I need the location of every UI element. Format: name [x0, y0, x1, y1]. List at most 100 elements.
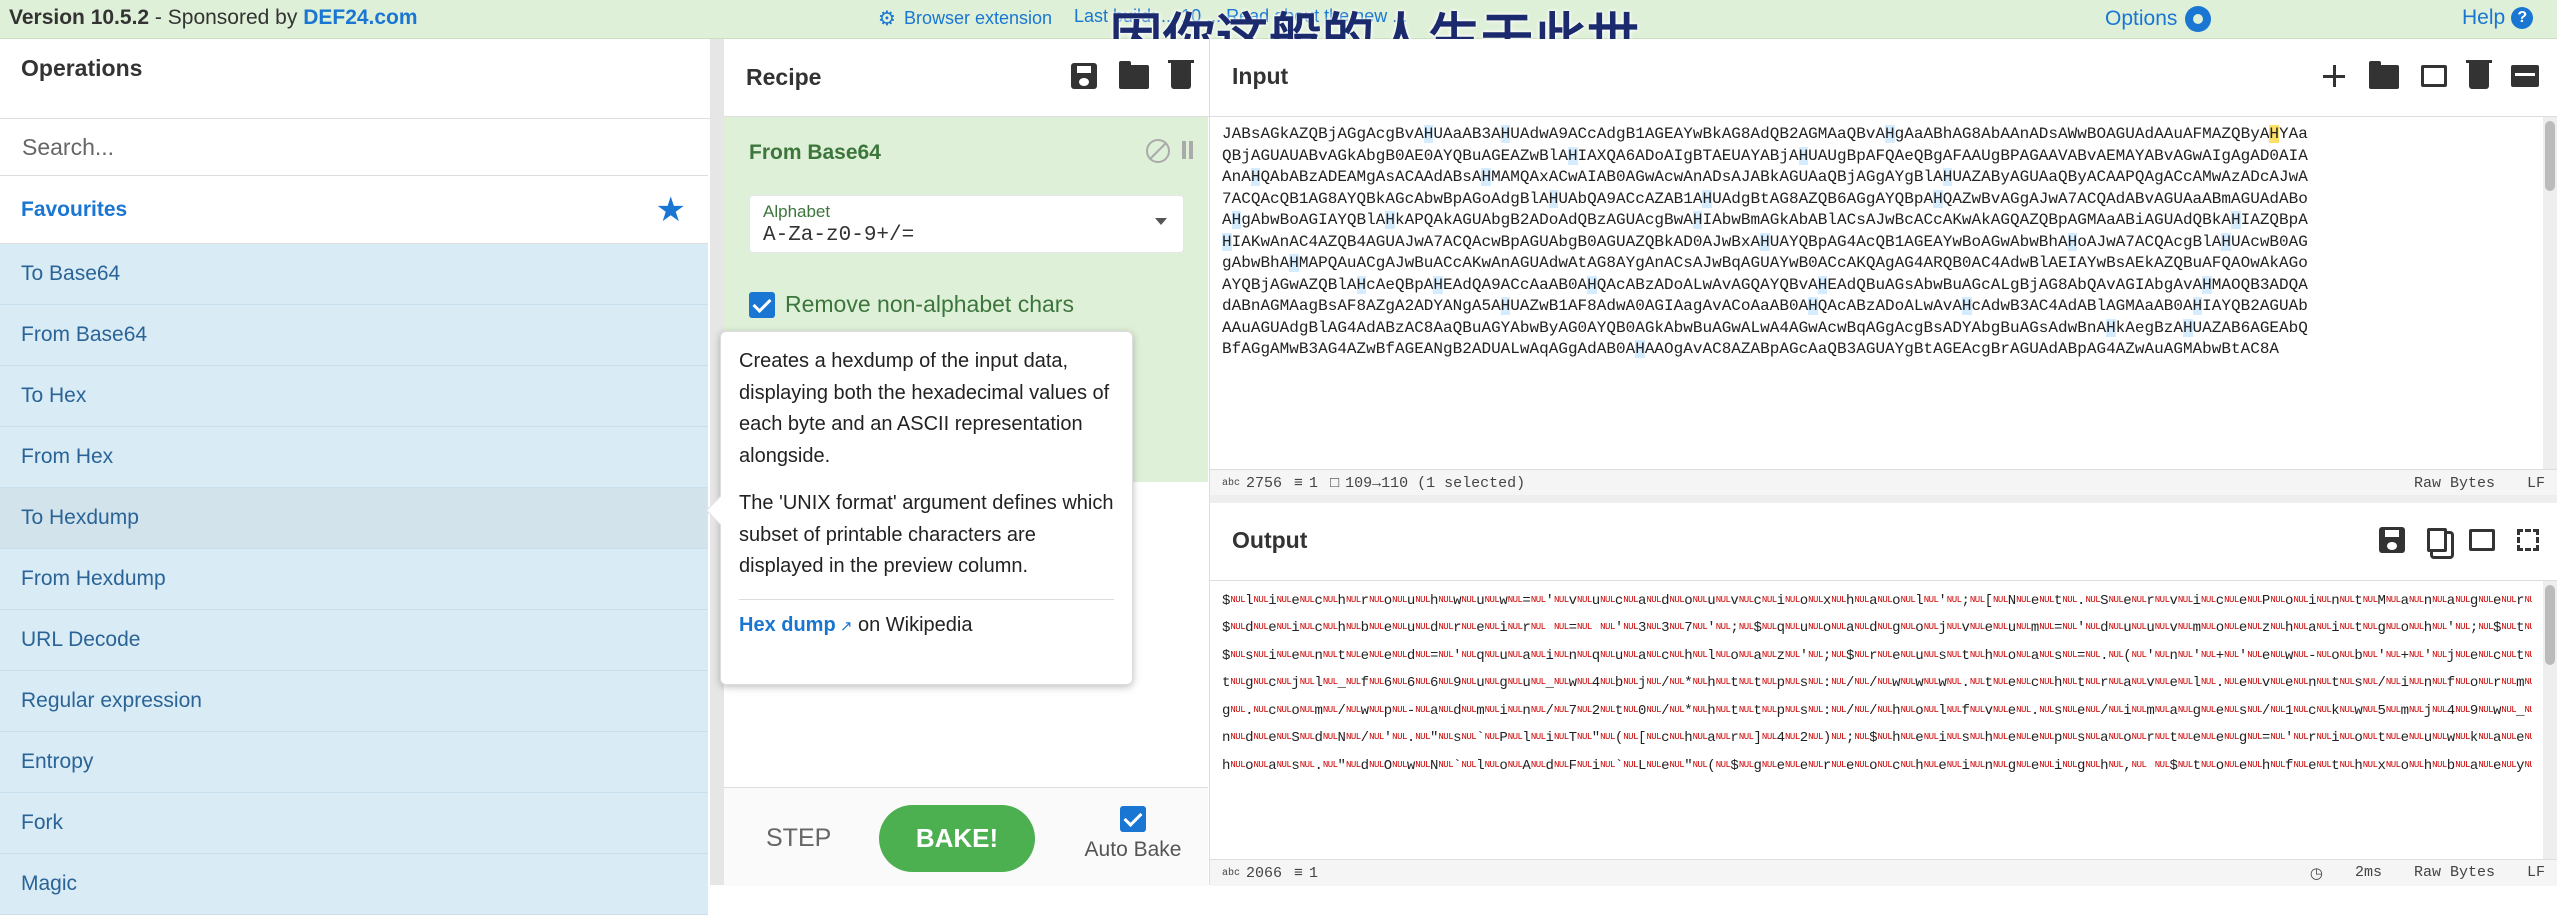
open-folder-icon[interactable]	[2369, 61, 2399, 89]
favourites-category[interactable]: Favourites ★	[0, 176, 708, 244]
top-banner: Version 10.5.2 - Sponsored by DEF24.com …	[0, 0, 2557, 69]
operations-panel: Operations Favourites ★ To Base64 From B…	[0, 39, 711, 915]
alphabet-label: Alphabet	[763, 202, 831, 221]
op-entropy[interactable]: Entropy	[0, 732, 708, 793]
copy-output-icon[interactable]	[2427, 528, 2447, 552]
auto-bake-checkbox[interactable]	[1120, 806, 1146, 832]
output-toolbar	[2379, 527, 2539, 553]
input-line-count: 1	[1309, 474, 1319, 492]
help-label: Help	[2462, 6, 2506, 29]
output-line: $NULlNULiNULeNULcNULhNULrNULoNULuNULhNUL…	[1222, 592, 2532, 609]
input-line: AnAHQAbABzADEAMgAsACAAdABsAHMAMQAxACwAIA…	[1222, 168, 2308, 186]
recipe-toolbar	[1071, 60, 1194, 89]
output-scrollbar[interactable]	[2543, 581, 2557, 859]
help-button[interactable]: Help ?	[2462, 6, 2534, 30]
output-status-bar: abc 2066 ≡ 1 ◷ 2ms Raw Bytes LF	[1210, 859, 2557, 886]
trash-icon[interactable]	[1168, 60, 1194, 89]
op-regular-expression[interactable]: Regular expression	[0, 671, 708, 732]
pause-icon[interactable]	[1180, 141, 1194, 159]
browser-extension-link[interactable]: ⚙ Browser extension	[878, 6, 1052, 31]
op-url-decode[interactable]: URL Decode	[0, 610, 708, 671]
save-icon[interactable]	[1071, 63, 1097, 89]
op-from-hex[interactable]: From Hex	[0, 427, 708, 488]
sponsor-link[interactable]: DEF24.com	[303, 6, 417, 29]
chevron-down-icon	[1155, 218, 1167, 225]
input-header: Input	[1210, 39, 2557, 117]
open-file-icon[interactable]	[2421, 65, 2447, 87]
output-line: nNULdNULeNULSNULdNULNNUL/NUL'NUL.NUL"NUL…	[1222, 730, 2532, 747]
input-scrollbar[interactable]	[2543, 117, 2557, 469]
tooltip-divider	[739, 598, 1114, 600]
disable-icon[interactable]	[1146, 139, 1170, 163]
operations-title: Operations	[21, 55, 143, 81]
input-status-bar: abc 2756 ≡ 1 □ 109→110 (1 selected) Raw …	[1210, 469, 2557, 496]
options-label: Options	[2105, 7, 2178, 30]
step-button[interactable]: STEP	[766, 824, 831, 853]
input-line: 7ACQAcQB1AG8AYQBkAGcAbwBpAGoAdgBlAHUAbQA…	[1222, 189, 2308, 208]
op-to-hexdump[interactable]: To Hexdump	[0, 488, 708, 549]
alphabet-select[interactable]: Alphabet A-Za-z0-9+/=	[749, 195, 1184, 253]
maximise-icon[interactable]	[2517, 529, 2539, 551]
clock-icon: ◷	[2309, 865, 2323, 883]
tooltip-wiki-suffix: on Wikipedia	[852, 613, 973, 636]
add-tab-icon[interactable]	[2321, 63, 2347, 89]
operation-name: From Base64	[749, 141, 881, 164]
search-input[interactable]	[20, 132, 688, 162]
input-title: Input	[1232, 63, 1289, 89]
reset-layout-icon[interactable]	[2511, 65, 2539, 87]
output-char-count: 2066	[1246, 864, 1283, 882]
favourites-label: Favourites	[21, 197, 128, 221]
input-line: HIAKwAnAC4AZQB4AGUAJwA7ACQAcwBpAGUAbgB0A…	[1222, 232, 2308, 251]
hexdump-wiki-link[interactable]: Hex dump	[739, 614, 836, 636]
star-icon: ★	[655, 191, 686, 229]
input-line: BfAGgAMwB3AG4AZwBfAGEANgB2ADUALwAqAGgAdA…	[1222, 340, 2280, 358]
recipe-title: Recipe	[746, 64, 822, 90]
eol-selector[interactable]: LF	[2527, 475, 2545, 492]
input-toolbar	[2321, 60, 2539, 89]
save-output-icon[interactable]	[2379, 527, 2405, 553]
eol-selector[interactable]: LF	[2527, 864, 2545, 883]
op-to-base64[interactable]: To Base64	[0, 244, 708, 305]
output-textarea[interactable]: $NULlNULiNULeNULcNULhNULrNULoNULuNULhNUL…	[1222, 587, 2532, 855]
tooltip-description: Creates a hexdump of the input data, dis…	[739, 350, 1110, 467]
op-to-hex[interactable]: To Hex	[0, 366, 708, 427]
io-divider[interactable]	[1210, 495, 2557, 503]
tooltip-wiki-line: Hex dump ↗ on Wikipedia	[739, 610, 1114, 643]
remove-non-alphabet-option[interactable]: Remove non-alphabet chars	[749, 291, 1074, 318]
auto-bake-toggle[interactable]: Auto Bake	[1078, 806, 1188, 862]
output-title: Output	[1232, 527, 1308, 553]
checkbox-icon[interactable]	[749, 291, 775, 318]
bake-time: 2ms	[2354, 863, 2382, 881]
output-line: $NULdNULeNULiNULcNULhNULbNULeNULuNULdNUL…	[1222, 620, 2532, 637]
raw-bytes-selector[interactable]: Raw Bytes	[2414, 475, 2495, 492]
op-from-hexdump[interactable]: From Hexdump	[0, 549, 708, 610]
sponsored-by-label: - Sponsored by	[149, 6, 304, 29]
output-line: $NULsNULiNULeNULnNULtNULeNULeNULdNUL=NUL…	[1222, 647, 2532, 664]
output-line: gNUL.NULcNULoNULmNUL/NULwNULpNUL-NULaNUL…	[1222, 702, 2532, 719]
op-fork[interactable]: Fork	[0, 793, 708, 854]
raw-bytes-selector[interactable]: Raw Bytes	[2414, 864, 2495, 883]
remove-non-alphabet-label: Remove non-alphabet chars	[785, 291, 1074, 317]
output-line: hNULoNULaNULsNUL.NUL"NULdNULONULwNULNNUL…	[1222, 757, 2532, 774]
input-textarea[interactable]: JABsAGkAZQBjAGgAcgBvAHUAaAB3AHUAdwA9ACcA…	[1222, 124, 2532, 469]
folder-icon[interactable]	[1119, 61, 1149, 89]
options-button[interactable]: Options	[2105, 6, 2212, 32]
operations-header: Operations	[0, 39, 710, 119]
input-char-count: 2756	[1246, 474, 1283, 492]
io-panel: Input JABsAGkAZQBjAGgAcgBvAHUAaAB3AHUAdw…	[1210, 39, 2557, 886]
puzzle-icon: ⚙	[878, 8, 896, 30]
input-line: QBjAGUAUABvAGkAbgB0AE0AYQBuAGEAZwBlAHIAX…	[1222, 146, 2308, 165]
input-line: dABnAGMAagBsAF8AZgA2ADYANgA5AHUAZwB1AF8A…	[1222, 297, 2308, 315]
input-line: AHgAbwBoAGIAYQBlAHkAPQAkAGUAbgB2ADoAdQBz…	[1222, 211, 2308, 229]
replace-input-icon[interactable]	[2469, 529, 2495, 551]
input-line: AAuAGUAdgBlAG4AdABzAC8AaQBuAGYAbwByAG0AY…	[1222, 318, 2308, 337]
bake-button[interactable]: BAKE!	[879, 805, 1035, 872]
op-from-base64[interactable]: From Base64	[0, 305, 708, 366]
input-line: JABsAGkAZQBjAGgAcgBvAHUAaAB3AHUAdwA9ACcA…	[1222, 125, 2308, 143]
input-line: AYQBjAGwAZQBlAHcAeQBpAHEAdQA9ACcAaAB0AHQ…	[1222, 275, 2308, 294]
search-box	[0, 119, 708, 176]
operations-list: To Base64 From Base64 To Hex From Hex To…	[0, 244, 708, 915]
input-line: gAbwBhAHMAPQAuACgAJwBuACcAKwAnAGUAdwAtAG…	[1222, 254, 2308, 272]
clear-input-icon[interactable]	[2466, 60, 2492, 89]
gear-icon	[2185, 6, 2212, 32]
